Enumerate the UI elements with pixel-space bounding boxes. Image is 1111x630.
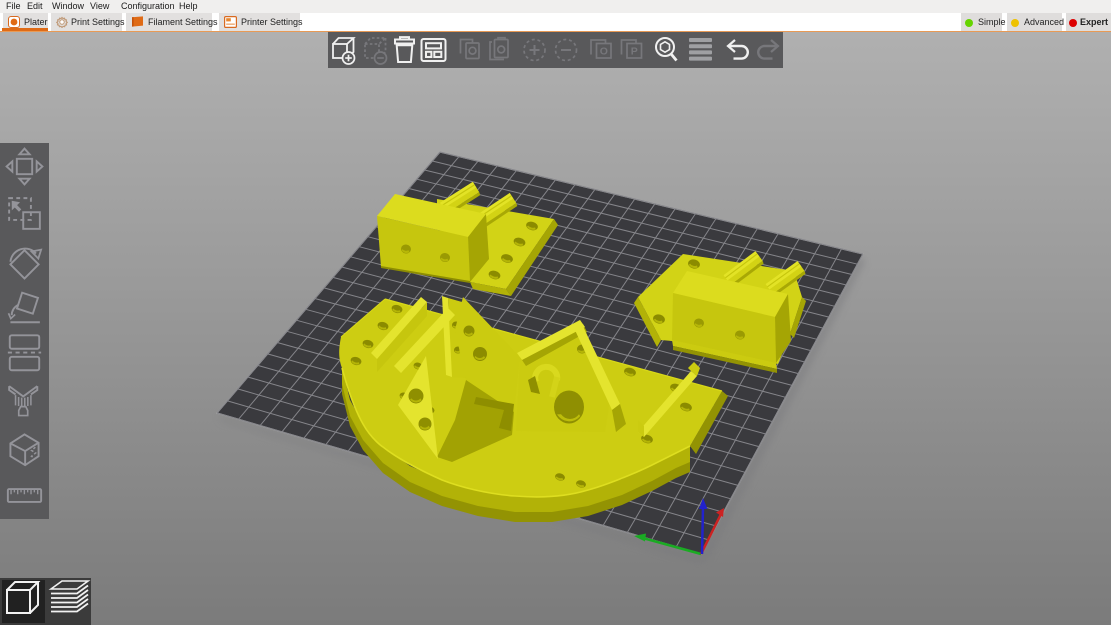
svg-text:O: O <box>600 46 608 58</box>
svg-text:P: P <box>631 46 638 58</box>
